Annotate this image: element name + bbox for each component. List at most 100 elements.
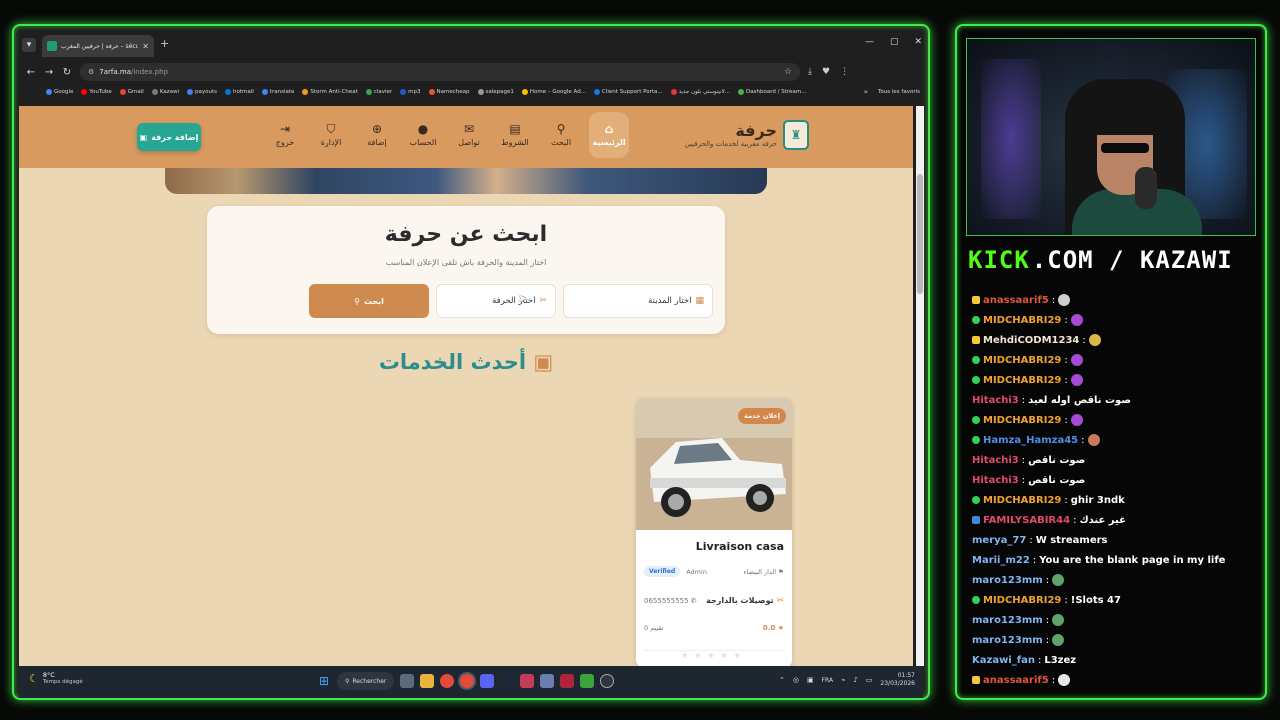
- chat-username[interactable]: maro123mm: [972, 635, 1043, 646]
- chat-username[interactable]: Hamza_Hamza45: [983, 435, 1078, 446]
- chat-username[interactable]: anassaarif5: [983, 675, 1049, 686]
- bookmark-item[interactable]: لانيتوستي بلون جديد...: [670, 89, 730, 95]
- close-tab-icon[interactable]: ✕: [142, 42, 149, 51]
- bookmark-item[interactable]: mp3: [400, 89, 421, 95]
- forward-icon[interactable]: →: [44, 67, 54, 78]
- bookmark-item[interactable]: payouts: [187, 89, 217, 95]
- bookmark-item[interactable]: hotmail: [225, 89, 254, 95]
- all-bookmarks-folder[interactable]: Tous les favoris: [878, 89, 920, 95]
- menu-icon[interactable]: ⋮: [840, 67, 849, 77]
- discord-icon[interactable]: [480, 674, 495, 688]
- bookmark-item[interactable]: clavier: [365, 89, 392, 95]
- chrome-icon[interactable]: [440, 674, 455, 688]
- bookmark-item[interactable]: Storm Anti-Cheat: [302, 89, 358, 95]
- app-icon[interactable]: [560, 674, 575, 688]
- rating-stars[interactable]: ★★★★★: [644, 650, 784, 664]
- bookmark-star-icon[interactable]: ☆: [784, 67, 792, 77]
- nav-item-logout[interactable]: ⇥ خروج: [267, 112, 303, 158]
- chat-username[interactable]: MIDCHABRI29: [983, 375, 1061, 386]
- tray-app-icon[interactable]: ▣: [807, 676, 814, 684]
- bookmark-item[interactable]: Google: [46, 89, 73, 95]
- network-icon[interactable]: ⌁: [841, 676, 845, 684]
- app-icon[interactable]: [580, 674, 595, 688]
- language-indicator[interactable]: FRA: [822, 677, 833, 684]
- bookmark-item[interactable]: Kazawi: [151, 89, 179, 95]
- steam-icon[interactable]: [500, 674, 515, 688]
- browser-tab[interactable]: حرفة | حرفيين المغرب – sécurité ✕: [42, 35, 154, 57]
- chat-username[interactable]: anassaarif5: [983, 295, 1049, 306]
- bookmark-item[interactable]: Namecheap: [428, 89, 470, 95]
- close-window-icon[interactable]: ✕: [914, 37, 922, 47]
- minimize-icon[interactable]: —: [865, 37, 874, 47]
- emote-icon: [1052, 614, 1065, 626]
- chat-username[interactable]: Marii_m22: [972, 555, 1030, 566]
- emote-icon: [1058, 294, 1071, 306]
- windows-start-icon[interactable]: ⊞: [319, 675, 331, 687]
- battery-icon[interactable]: ▭: [866, 676, 873, 684]
- file-explorer-icon[interactable]: [420, 674, 435, 688]
- clock[interactable]: 01:57 23/03/2026: [880, 672, 915, 688]
- volume-icon[interactable]: ♪: [853, 676, 857, 684]
- chat-username[interactable]: merya_77: [972, 535, 1026, 546]
- nav-item-document[interactable]: ▤ الشروط: [497, 112, 533, 158]
- chat-username[interactable]: MIDCHABRI29: [983, 315, 1061, 326]
- bookmark-item[interactable]: translate: [261, 89, 294, 95]
- extension-icon[interactable]: ♥: [822, 67, 830, 77]
- bookmark-item[interactable]: Client Support Porta...: [593, 89, 663, 95]
- service-card[interactable]: إعلان خدمة Livraison casa Verified Admin…: [636, 398, 792, 666]
- logo-icon: ♜: [783, 120, 809, 150]
- chat-username[interactable]: Kazawi_fan: [972, 655, 1035, 666]
- nav-item-plus-circle[interactable]: ⊕ إضافة: [359, 112, 395, 158]
- app-icon[interactable]: [600, 674, 615, 688]
- chat-separator: :: [1081, 434, 1085, 446]
- back-icon[interactable]: ←: [26, 67, 36, 78]
- maximize-icon[interactable]: ▢: [890, 37, 899, 47]
- chat-username[interactable]: Hitachi3: [972, 455, 1019, 466]
- chat-username[interactable]: Hitachi3: [972, 395, 1019, 406]
- chat-username[interactable]: maro123mm: [972, 615, 1043, 626]
- chat-username[interactable]: MehdiCODM1234: [983, 335, 1079, 346]
- nav-item-shield[interactable]: ⛉ الإدارة: [313, 112, 349, 158]
- chat-username[interactable]: FAMILYSABIR44: [983, 515, 1070, 526]
- chevron-up-icon[interactable]: ⌃: [779, 676, 785, 684]
- search-button[interactable]: ⚲ ابحث: [309, 284, 429, 318]
- chat-username[interactable]: MIDCHABRI29: [983, 415, 1061, 426]
- tab-search-icon[interactable]: ▾: [22, 38, 36, 52]
- system-tray: ⌃ ◎ ▣ FRA ⌁ ♪ ▭ 01:57 23/03/2026: [779, 672, 915, 688]
- bookmark-item[interactable]: Home – Google Ad...: [521, 89, 586, 95]
- chat-username[interactable]: MIDCHABRI29: [983, 495, 1061, 506]
- bookmark-item[interactable]: Gmail: [119, 89, 144, 95]
- address-bar[interactable]: ⚙ 7arfa.ma/index.php ☆: [80, 63, 800, 81]
- weather-widget[interactable]: ☾ 8°C Temps dégagé: [29, 671, 83, 685]
- bookmark-item[interactable]: salepage1: [477, 89, 514, 95]
- brand[interactable]: حرفة حرفة مغربية لخدمات والحرفيين ♜: [685, 120, 809, 150]
- add-craft-button[interactable]: ▣ إضافة حرفة: [137, 123, 201, 151]
- taskbar-search[interactable]: ⚲ Rechercher: [337, 672, 395, 690]
- bookmark-item[interactable]: YouTube: [81, 89, 112, 95]
- nav-item-search[interactable]: ⚲ البحث: [543, 112, 579, 158]
- scroll-thumb[interactable]: [917, 174, 923, 294]
- app-icon[interactable]: [520, 674, 535, 688]
- chat-message: MIDCHABRI29: ghir 3ndk: [972, 490, 1258, 510]
- chat-username[interactable]: Hitachi3: [972, 475, 1019, 486]
- nav-item-mail[interactable]: ✉ تواصل: [451, 112, 487, 158]
- download-icon[interactable]: ⤓: [808, 67, 812, 77]
- nav-item-home[interactable]: ⌂ الرئيسية: [589, 112, 629, 158]
- page-scrollbar[interactable]: [916, 106, 924, 666]
- reload-icon[interactable]: ↻: [62, 67, 72, 78]
- chat-username[interactable]: MIDCHABRI29: [983, 595, 1061, 606]
- nav-item-user[interactable]: ● الحساب: [405, 112, 441, 158]
- craft-select[interactable]: اختار الحرفة ✂: [436, 284, 556, 318]
- new-tab-icon[interactable]: +: [160, 37, 169, 50]
- more-bookmarks-icon[interactable]: »: [864, 88, 868, 96]
- service-phone[interactable]: 0655555555 ✆: [644, 597, 697, 605]
- city-select[interactable]: اختار المدينة ▦: [563, 284, 713, 318]
- chrome-active-icon[interactable]: [460, 674, 475, 688]
- site-info-icon[interactable]: ⚙: [88, 68, 94, 76]
- tray-app-icon[interactable]: ◎: [793, 676, 799, 684]
- chat-username[interactable]: maro123mm: [972, 575, 1043, 586]
- task-view-icon[interactable]: [400, 674, 415, 688]
- app-icon[interactable]: [540, 674, 555, 688]
- chat-username[interactable]: MIDCHABRI29: [983, 355, 1061, 366]
- bookmark-item[interactable]: Dashboard / Stream...: [738, 89, 806, 95]
